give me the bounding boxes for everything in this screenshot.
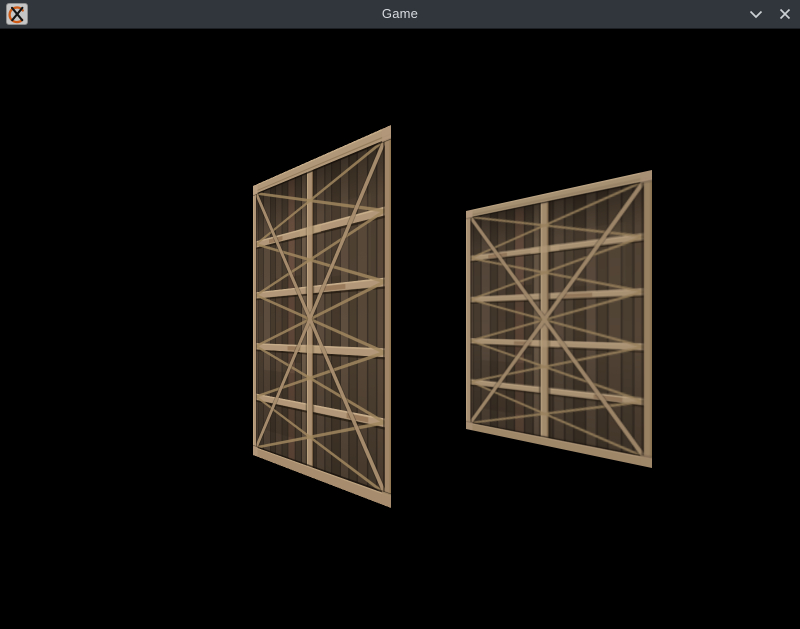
game-viewport[interactable] [0, 0, 800, 629]
minimize-button[interactable] [745, 3, 767, 25]
game-window: Game [0, 0, 800, 629]
window-controls [745, 0, 796, 28]
wooden-panel-right [466, 170, 652, 468]
close-button[interactable] [774, 3, 796, 25]
wooden-crate-texture [466, 170, 652, 468]
close-icon [777, 6, 793, 22]
wooden-crate-texture [253, 125, 391, 508]
chevron-down-icon [748, 6, 764, 22]
wooden-panel-left [253, 125, 391, 508]
window-titlebar: Game [0, 0, 800, 29]
window-title: Game [0, 0, 800, 28]
